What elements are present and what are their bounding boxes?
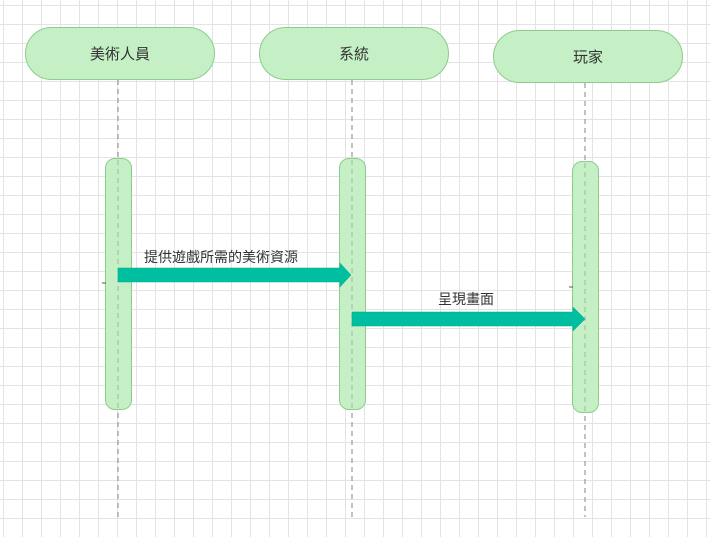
diagram-canvas: 美術人員 系統 玩家 提供遊戲所需的美術資源 呈現畫面 xyxy=(0,0,710,537)
message-arrow-1[interactable] xyxy=(351,306,586,332)
message-label-1: 呈現畫面 xyxy=(438,292,494,308)
messages-svg xyxy=(102,160,586,411)
message-label-0: 提供遊戲所需的美術資源 xyxy=(144,250,298,266)
